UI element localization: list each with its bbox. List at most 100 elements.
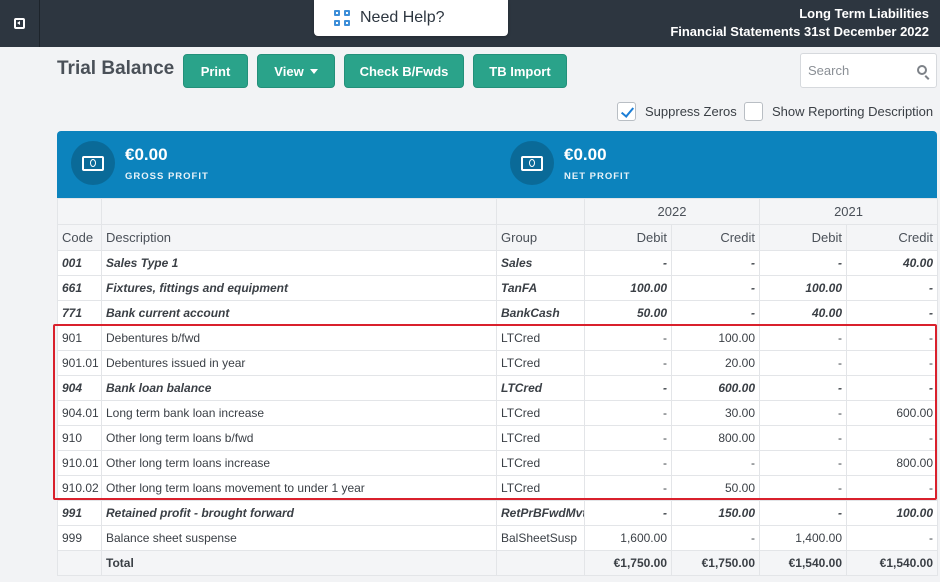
table-row[interactable]: 910.01 Other long term loans increase LTCr… [57,450,939,476]
tb-import-label: TB Import [489,63,551,79]
document-titles: Long Term Liabilities Financial Statemen… [670,5,929,41]
total-value: €1,540.00 [846,550,939,576]
total-value: €1,750.00 [670,550,761,576]
cell-description: Fixtures, fittings and equipment [101,275,497,301]
gross-profit-label: GROSS PROFIT [125,170,209,182]
cell-debit-2021: - [759,250,848,276]
cell-debit-2021: - [759,500,848,526]
top-bar: Need Help? Long Term Liabilities Financi… [0,0,940,47]
cell-debit-2022: 1,600.00 [584,525,672,551]
table-row[interactable]: 910.02 Other long term loans movement to … [57,475,939,501]
total-empty-cell [496,550,585,576]
check-bfwds-button[interactable]: Check B/Fwds [344,54,464,88]
trial-balance-table: 2022 2021 Code Description Group Debit C… [57,198,939,576]
cell-credit-2022: - [670,300,761,326]
cell-credit-2022: 150.00 [670,500,761,526]
column-header-credit[interactable]: Credit [670,224,761,251]
cell-group: RetPrBFwdMvt [496,500,585,526]
cell-group: BankCash [496,300,585,326]
show-reporting-label: Show Reporting Description [772,103,934,119]
table-row[interactable]: 910 Other long term loans b/fwd LTCred -800… [57,425,939,451]
cell-code: 904 [57,375,102,401]
table-row[interactable]: 999 Balance sheet suspense BalSheetSusp 1,6… [57,525,939,551]
cell-group: LTCred [496,325,585,351]
caret-down-icon [309,68,318,74]
cell-credit-2021: - [846,300,939,326]
net-profit-label: NET PROFIT [564,170,631,182]
search-icon[interactable] [917,65,927,75]
need-help-button[interactable]: Need Help? [314,0,508,36]
suppress-zeros-checkbox[interactable] [617,101,636,121]
cell-credit-2022: 30.00 [670,400,761,426]
cell-credit-2022: - [670,275,761,301]
cell-description: Bank current account [101,300,497,326]
cell-group: LTCred [496,350,585,376]
cell-debit-2022: - [584,400,672,426]
check-bfwds-label: Check B/Fwds [359,63,449,79]
cell-credit-2021: - [846,375,939,401]
cell-group: TanFA [496,275,585,301]
profit-summary-banner: €0.00 GROSS PROFIT €0.00 NET PROFIT [57,131,937,198]
cell-code: 999 [57,525,102,551]
net-profit-value: €0.00 [564,144,607,164]
cell-credit-2022: 800.00 [670,425,761,451]
column-header-debit[interactable]: Debit [584,224,672,251]
cell-debit-2022: - [584,325,672,351]
cell-code: 901 [57,325,102,351]
cell-debit-2022: 50.00 [584,300,672,326]
cell-credit-2021: 100.00 [846,500,939,526]
table-row[interactable]: 901.01 Debentures issued in year LTCred -20… [57,350,939,376]
cell-credit-2021: - [846,475,939,501]
gross-profit-stat: €0.00 GROSS PROFIT [71,141,209,185]
cell-debit-2022: - [584,250,672,276]
column-header-code[interactable]: Code [57,224,102,251]
table-row[interactable]: 904.01 Long term bank loan increase LTCred… [57,400,939,426]
cell-debit-2021: - [759,400,848,426]
tb-import-button[interactable]: TB Import [473,54,567,88]
cell-code: 991 [57,500,102,526]
cell-group: Sales [496,250,585,276]
column-header-debit[interactable]: Debit [759,224,848,251]
cell-credit-2021: 40.00 [846,250,939,276]
print-button[interactable]: Print [183,54,248,88]
table-row[interactable]: 661 Fixtures, fittings and equipment TanFA… [57,275,939,301]
cell-credit-2022: - [670,525,761,551]
cell-debit-2021: 40.00 [759,300,848,326]
statement-title: Financial Statements 31st December 2022 [670,24,929,39]
cell-debit-2022: - [584,425,672,451]
search-input[interactable] [801,54,906,87]
net-profit-stat: €0.00 NET PROFIT [510,141,630,185]
page-title: Trial Balance [57,58,175,79]
cell-debit-2022: 100.00 [584,275,672,301]
sidebar-toggle-button[interactable] [0,0,40,47]
show-reporting-checkbox[interactable] [744,101,763,121]
cell-credit-2022: - [670,250,761,276]
cell-credit-2021: - [846,325,939,351]
column-header-credit[interactable]: Credit [846,224,939,251]
cell-debit-2021: - [759,325,848,351]
cell-description: Balance sheet suspense [101,525,497,551]
cell-code: 910 [57,425,102,451]
total-empty-cell [57,550,102,576]
section-title: Long Term Liabilities [799,6,929,21]
table-row[interactable]: 991 Retained profit - brought forward RetP… [57,500,939,526]
column-header-description[interactable]: Description [101,224,497,251]
cell-credit-2022: 50.00 [670,475,761,501]
cell-description: Debentures b/fwd [101,325,497,351]
search-box [800,53,937,88]
cell-debit-2021: 1,400.00 [759,525,848,551]
cell-group: LTCred [496,450,585,476]
help-expand-icon [334,10,350,26]
cell-credit-2021: - [846,275,939,301]
table-row[interactable]: 771 Bank current account BankCash 50.00-40.… [57,300,939,326]
table-row[interactable]: 901 Debentures b/fwd LTCred -100.00- - [57,325,939,351]
cell-code: 001 [57,250,102,276]
cell-debit-2021: - [759,425,848,451]
cell-credit-2021: 800.00 [846,450,939,476]
cell-debit-2022: - [584,450,672,476]
view-dropdown-button[interactable]: View [257,54,335,88]
view-label: View [274,63,304,79]
table-row[interactable]: 001 Sales Type 1 Sales - - -40.00 [57,250,939,276]
column-header-group[interactable]: Group [496,224,585,251]
table-row[interactable]: 904 Bank loan balance LTCred -600.00- - [57,375,939,401]
